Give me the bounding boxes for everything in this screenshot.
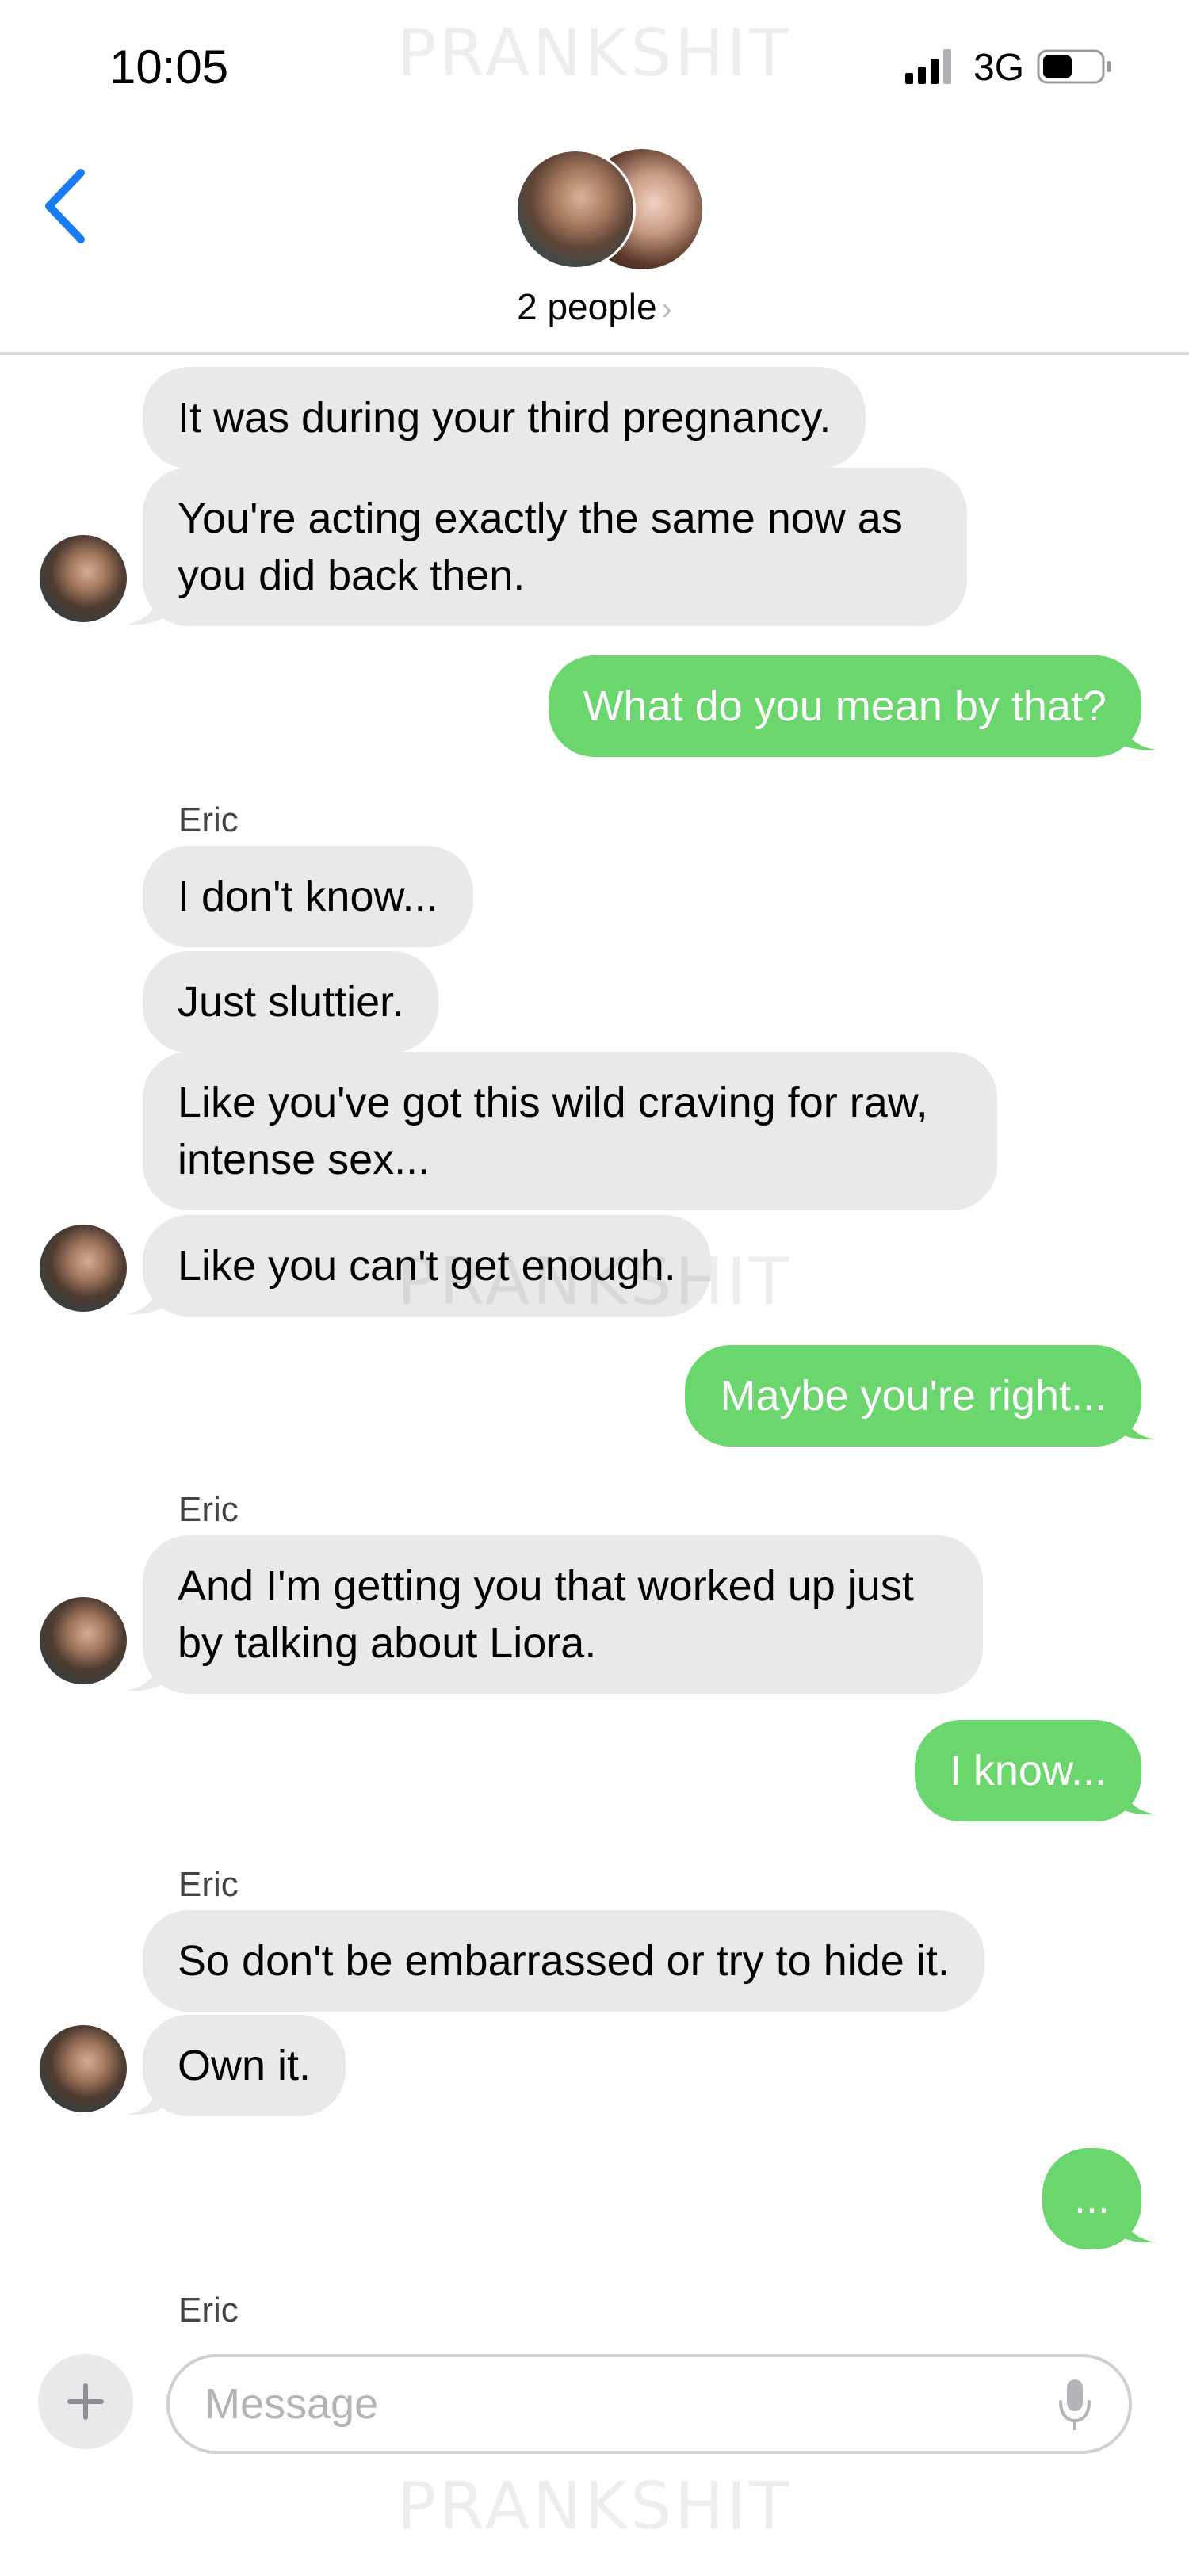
message-bubble-outgoing: What do you mean by that?: [548, 655, 1141, 757]
sender-avatar: [40, 535, 127, 622]
bubble-tail: [1110, 720, 1156, 751]
participants-label: 2 people: [517, 286, 657, 327]
status-time: 10:05: [109, 40, 229, 94]
bubble-tail: [1110, 2212, 1156, 2243]
message-bubble-incoming: Like you can't get enough.: [143, 1215, 711, 1317]
message-bubble-incoming: You're acting exactly the same now as yo…: [143, 468, 967, 626]
bubble-tail: [1110, 1784, 1156, 1815]
chevron-right-icon: ›: [661, 292, 672, 327]
microphone-icon[interactable]: [1056, 2378, 1094, 2433]
message-bubble-incoming: Like you've got this wild craving for ra…: [143, 1052, 997, 1210]
bubble-tail: [1110, 1409, 1156, 1440]
bubble-tail: [125, 1284, 171, 1315]
sender-avatar: [40, 1225, 127, 1312]
status-bar: 10:05 3G: [0, 0, 1189, 119]
battery-icon: [1037, 49, 1111, 84]
sender-avatar: [40, 2025, 127, 2112]
plus-icon: [67, 2383, 104, 2420]
group-avatars[interactable]: [515, 149, 702, 276]
signal-strength-icon: [905, 49, 951, 84]
message-bubble-incoming: It was during your third pregnancy.: [143, 367, 866, 468]
bubble-tail: [125, 2085, 171, 2115]
message-bubble-incoming: I don't know...: [143, 846, 473, 947]
sender-name: Eric: [178, 801, 239, 839]
message-bubble-incoming: So don't be embarrassed or try to hide i…: [143, 1910, 984, 2012]
network-type-label: 3G: [973, 47, 1025, 89]
message-bubble-incoming: Own it.: [143, 2015, 346, 2116]
bubble-tail: [125, 594, 171, 625]
message-field[interactable]: [166, 2354, 1132, 2454]
back-chevron-icon[interactable]: [41, 166, 89, 246]
message-bubble-outgoing: Maybe you're right...: [685, 1345, 1141, 1447]
add-attachment-button[interactable]: [38, 2354, 133, 2449]
message-composer: [0, 2330, 1189, 2489]
conversation-header: 2 people ›: [0, 119, 1189, 355]
message-input[interactable]: [205, 2375, 997, 2433]
bubble-tail: [125, 1661, 171, 1691]
sender-name: Eric: [178, 1865, 239, 1904]
message-bubble-incoming: And I'm getting you that worked up just …: [143, 1535, 983, 1694]
participant-avatar-eric: [515, 149, 636, 269]
sender-name: Eric: [178, 2291, 239, 2329]
sender-avatar: [40, 1597, 127, 1684]
sender-name: Eric: [178, 1490, 239, 1529]
message-bubble-incoming: Just sluttier.: [143, 951, 439, 1053]
participants-button[interactable]: 2 people ›: [0, 285, 1189, 328]
